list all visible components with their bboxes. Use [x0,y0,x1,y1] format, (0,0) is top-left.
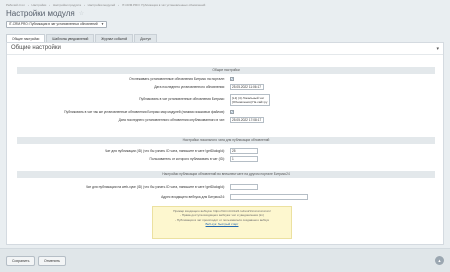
webhook-url-input[interactable] [230,194,308,200]
field-label: Публиковать в чат так же установленные о… [64,110,225,114]
ext-chat-id-input[interactable] [230,184,258,190]
row-track-updates: Отслеживать установленные обновления Бит… [17,76,435,83]
breadcrumb-item[interactable]: Настройки продукта [53,3,81,7]
breadcrumb-separator: › [49,3,51,7]
field-label: Адрес входящего вебхука для Битрикс24: [161,195,225,199]
breadcrumb-item[interactable]: Настройки модулей [88,3,116,7]
module-select-value: IT-CRM.PRO: Публикация в чат установленн… [9,22,98,26]
row-last-published-date: Дата последнего установленного обновлени… [17,117,435,124]
field-label: Публиковать в чат установленные обновлен… [139,97,225,101]
section-header-general: Общие настройки [17,67,435,74]
section-header-portal-chat: Настройки локального чата для публикации… [17,137,435,144]
row-webhook-url: Адрес входящего вебхука для Битрикс24: [17,194,435,201]
info-box: Пример входящего вебхука: https://itcrm.… [152,206,292,239]
field-label: Чат для публикации (ID) (что бы узнать I… [104,149,225,153]
select-option[interactable]: [Обновления] На сайт.ру [232,100,268,104]
chat-id-input[interactable]: 25 [230,148,258,154]
save-button[interactable]: Сохранить [6,256,36,266]
section-header-b24: Настройки публикации обновлений во внешн… [17,171,435,178]
track-updates-checkbox[interactable]: ✓ [230,77,234,81]
breadcrumb-item[interactable]: Настройки [32,3,47,7]
publish-chat-select[interactable]: [L1] (4) Локальный чат [Обновления] На с… [230,94,270,106]
tab-notification-templates[interactable]: Шаблоны уведомлений [46,34,95,42]
field-label: Дата последнего установленного обновлени… [154,85,225,89]
footer-bar: Сохранить Отменить ▲ [0,248,450,272]
tab-general-settings[interactable]: Общие настройки [6,34,46,42]
breadcrumb-separator: › [83,3,85,7]
breadcrumb: Рабочий стол › Настройки › Настройки про… [6,3,207,7]
row-ext-chat-id: Чат для публикации на web-хуке (ID) (что… [17,184,435,191]
tab-bar: Общие настройки Шаблоны уведомлений Журн… [6,34,158,42]
field-label: Дата последнего установленного обновлени… [118,118,225,122]
module-select[interactable]: IT-CRM.PRO: Публикация в чат установленн… [6,21,107,28]
cancel-button[interactable]: Отменить [38,256,66,266]
page-title: Настройки модуля [6,9,75,18]
star-icon[interactable]: ☆ [79,11,84,17]
breadcrumb-item: IT-CRM.PRO: Публикация в чат установленн… [121,3,206,7]
row-publish-modules: Публиковать в чат так же установленные о… [17,109,435,116]
field-label: Чат для публикации на web-хуке (ID) (что… [85,185,225,189]
collapse-icon[interactable]: ▾ [436,46,439,52]
row-chat-id: Чат для публикации (ID) (что бы узнать I… [17,148,435,155]
webhook-help-link[interactable]: Веб-хук: быстрый старт [153,222,291,226]
row-user-id: Пользователь от которого публиковать в ч… [17,156,435,163]
row-publish-to-chat: Публиковать в чат установленные обновлен… [17,94,435,106]
scroll-to-top-icon[interactable]: ▲ [435,256,444,265]
title-row: Настройки модуля ☆ [6,9,84,18]
breadcrumb-separator: › [118,3,120,7]
row-last-update-date: Дата последнего установленного обновлени… [17,84,435,91]
breadcrumb-item[interactable]: Рабочий стол [6,3,25,7]
publish-modules-checkbox[interactable]: ✓ [230,110,234,114]
user-id-input[interactable]: 1 [230,156,258,162]
chevron-down-icon: ▼ [101,22,104,26]
tab-event-log[interactable]: Журнал событий [95,34,134,42]
field-label: Пользователь от которого публиковать в ч… [149,157,225,161]
tab-access[interactable]: Доступ [134,34,157,42]
panel-title: Общие настройки [11,45,61,51]
last-update-date-input[interactable]: 25.05.2022 11:06:17 [230,84,264,90]
field-label: Отслеживать установленные обновления Бит… [129,77,225,81]
panel-header: Общие настройки ▾ [7,43,443,55]
last-published-date-input[interactable]: 25.05.2022 17:08:17 [230,117,264,123]
breadcrumb-separator: › [27,3,29,7]
